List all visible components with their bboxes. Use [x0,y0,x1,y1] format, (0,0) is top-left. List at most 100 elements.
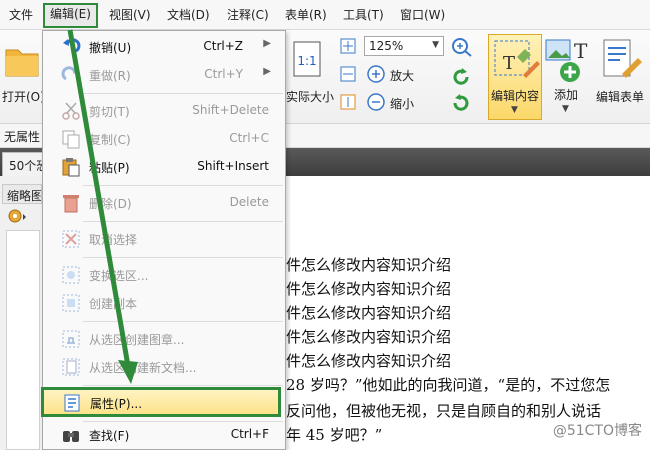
binoculars-icon [61,425,81,445]
gear-icon[interactable] [6,206,28,226]
document-text-line: 反问他，但被他无视，只是自顾自的和别人说话 [286,402,602,420]
menu-item-find[interactable]: 查找(F) Ctrl+F [43,421,285,449]
menu-separator [83,321,283,322]
menu-tools[interactable]: 工具(T) [338,4,389,26]
menu-item-label: 查找(F) [89,429,130,443]
rotate-right-icon[interactable] [450,92,472,114]
menu-form[interactable]: 表单(R) [280,4,332,26]
menu-comment[interactable]: 注释(C) [222,4,274,26]
undo-icon [61,37,81,57]
menu-item-redo[interactable]: 重做(R) Ctrl+Y ▶ [43,61,285,89]
document-text-line: 年 45 岁吧？” [286,426,383,444]
menu-item-label: 重做(R) [89,69,131,83]
chevron-right-icon: ▶ [263,38,271,49]
menu-item-create-stamp[interactable]: 从选区创建图章... [43,325,285,353]
zoom-in-icon[interactable] [366,64,386,84]
watermark-text: @51CTO博客 [552,423,642,439]
menu-separator [83,93,283,94]
menu-edit[interactable]: 编辑(E) [43,3,98,28]
add-button[interactable]: 添加 [554,86,578,103]
menubar: 文件 编辑(E) 视图(V) 文档(D) 注释(C) 表单(R) 工具(T) 窗… [0,0,650,30]
edit-content-label: 编辑内容 [491,89,540,103]
thumbnail-panel-header[interactable]: 缩略图 [2,184,42,204]
zoom-magnifier-icon[interactable] [450,36,474,58]
menu-item-shortcut: Shift+Delete [192,103,269,117]
thumbnail-panel: 缩略图 [0,176,44,450]
transform-selection-icon [61,265,81,285]
document-text-line: 件怎么修改内容知识介绍 [286,328,452,346]
menu-item-label: 撤销(U) [89,41,132,55]
fit-width-icon[interactable] [340,66,356,82]
no-properties-label: 无属性 [4,130,41,144]
menu-item-properties[interactable]: 属性(P)... [41,387,281,417]
actual-size-button[interactable]: 实际大小 [286,88,334,105]
zoom-out-icon[interactable] [366,92,386,112]
menu-item-cut[interactable]: 剪切(T) Shift+Delete [43,97,285,125]
document-text-line: 件怎么修改内容知识介绍 [286,280,452,298]
fit-visible-icon[interactable] [340,94,356,110]
deselect-icon [61,229,81,249]
menu-file[interactable]: 文件 [4,4,38,26]
menu-item-label: 粘贴(P) [89,161,130,175]
new-document-icon [61,357,81,377]
edit-content-icon: T [494,40,540,78]
menu-item-transform-selection[interactable]: 变换选区... [43,261,285,289]
menu-item-label: 剪切(T) [89,105,130,119]
menu-window[interactable]: 窗口(W) [395,4,450,26]
menu-item-delete[interactable]: 删除(D) Delete [43,189,285,217]
menu-item-label: 取消选择 [89,233,138,247]
menu-item-paste[interactable]: 粘贴(P) Shift+Insert [43,153,285,181]
rotate-left-icon[interactable] [450,66,472,88]
menu-item-label: 删除(D) [89,197,132,211]
menu-item-label: 从选区创建新文档... [89,361,197,375]
paste-icon [61,157,81,177]
menu-item-shortcut: Ctrl+Z [203,39,243,53]
svg-text:T: T [503,53,515,74]
menu-item-label: 创建副本 [89,297,138,311]
menu-document[interactable]: 文档(D) [162,4,215,26]
zoom-out-button[interactable]: 缩小 [390,95,414,112]
menu-item-label: 复制(C) [89,133,131,147]
zoom-select[interactable]: 125% ▼ [364,36,444,56]
open-button[interactable]: 打开(O) [2,88,45,105]
create-copy-icon [61,293,81,313]
menu-item-undo[interactable]: 撤销(U) Ctrl+Z ▶ [43,33,285,61]
zoom-in-button[interactable]: 放大 [390,67,414,84]
menu-item-copy[interactable]: 复制(C) Ctrl+C [43,125,285,153]
menu-item-shortcut: Delete [229,195,269,209]
menu-item-shortcut: Ctrl+F [230,427,269,441]
add-image-icon[interactable]: T [544,36,590,84]
menu-item-shortcut: Ctrl+Y [204,67,243,81]
trash-icon [61,193,81,213]
menu-item-create-document[interactable]: 从选区创建新文档... [43,353,285,381]
edit-content-button[interactable]: T 编辑内容 ▼ [488,34,542,120]
menu-separator [83,221,283,222]
stamp-icon [61,329,81,349]
document-text-line: 件怎么修改内容知识介绍 [286,352,452,370]
chevron-down-icon: ▼ [562,104,569,114]
thumbnail-panel-title: 缩略图 [7,189,42,203]
menu-item-create-copy[interactable]: 创建副本 [43,289,285,317]
properties-icon [62,393,82,413]
chevron-right-icon: ▶ [263,66,271,77]
chevron-down-icon: ▼ [511,105,518,115]
redo-icon [61,65,81,85]
thumbnail-list[interactable] [6,230,40,450]
menu-item-deselect[interactable]: 取消选择 [43,225,285,253]
actual-size-icon[interactable]: 1:1 [292,40,322,78]
fit-page-icon[interactable] [340,38,356,54]
edit-form-button[interactable]: 编辑表单 [596,88,644,105]
menu-item-label: 从选区创建图章... [89,333,185,347]
copy-icon [61,129,81,149]
document-text-line: 件怎么修改内容知识介绍 [286,304,452,322]
menu-item-shortcut: Shift+Insert [197,159,269,173]
menu-item-shortcut: Ctrl+C [229,131,269,145]
chevron-down-icon: ▼ [432,40,439,50]
document-text-line: 28 岁吗？”他如此的向我问道，“是的，不过您怎 [286,376,611,394]
menu-separator [83,185,283,186]
menu-separator [83,257,283,258]
edit-form-icon[interactable] [600,36,644,82]
zoom-value: 125% [369,39,404,53]
menu-view[interactable]: 视图(V) [104,4,156,26]
folder-icon[interactable] [4,40,40,80]
